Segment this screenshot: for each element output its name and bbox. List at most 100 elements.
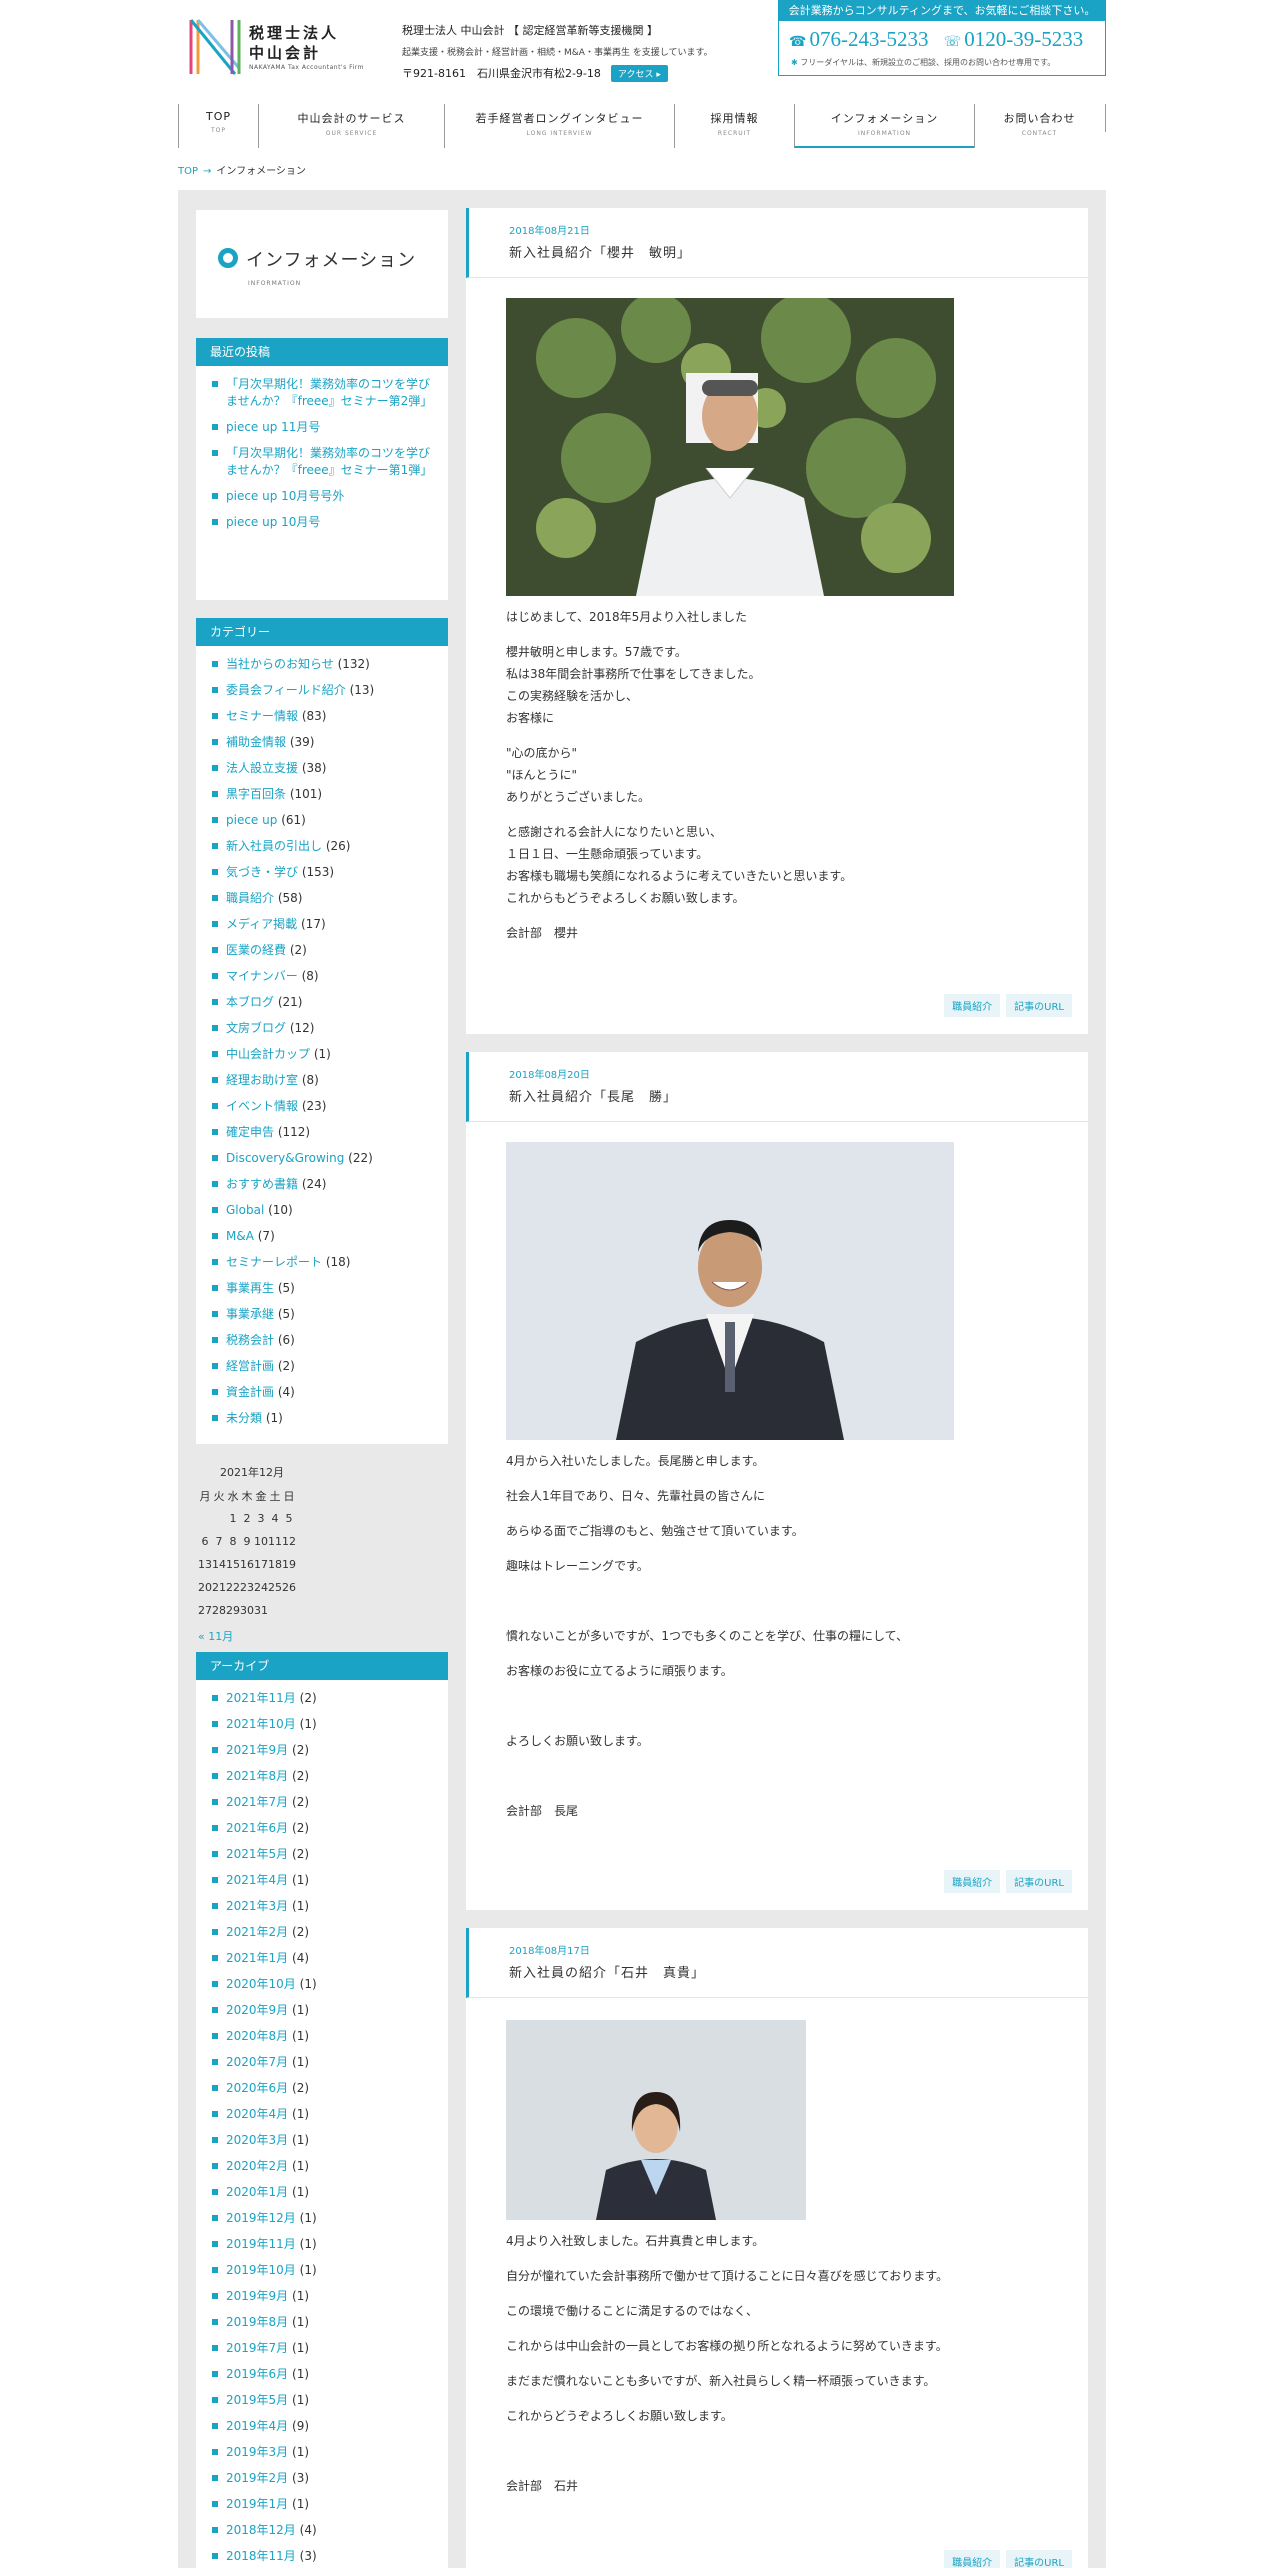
archive-link[interactable]: 2019年6月 — [226, 2367, 288, 2381]
archive-link[interactable]: 2020年8月 — [226, 2029, 288, 2043]
access-button[interactable]: アクセス ▸ — [610, 65, 668, 82]
archive-link[interactable]: 2020年7月 — [226, 2055, 288, 2069]
archive-link[interactable]: 2020年3月 — [226, 2133, 288, 2147]
archive-link[interactable]: 2020年2月 — [226, 2159, 288, 2173]
category-link[interactable]: 経理お助け室 — [226, 1073, 298, 1087]
archive-link[interactable]: 2019年9月 — [226, 2289, 288, 2303]
nav-top[interactable]: TOP TOP — [178, 104, 258, 148]
archive-link[interactable]: 2020年9月 — [226, 2003, 288, 2017]
recent-post-link[interactable]: piece up 10月号号外 — [226, 489, 344, 503]
breadcrumb-home[interactable]: TOP — [178, 166, 198, 177]
recent-post-link[interactable]: piece up 11月号 — [226, 420, 320, 434]
tag-category[interactable]: 職員紹介 — [944, 2550, 1001, 2568]
category-link[interactable]: 税務会計 — [226, 1333, 274, 1347]
post-title[interactable]: 新入社員紹介「長尾 勝」 — [509, 1086, 677, 1105]
archive-link[interactable]: 2019年10月 — [226, 2263, 296, 2277]
calendar-week-row: 27 28 29 30 31 — [198, 1599, 296, 1622]
archive-link[interactable]: 2021年1月 — [226, 1951, 288, 1965]
category-link[interactable]: メディア掲載 — [226, 917, 297, 931]
post-photo — [506, 1142, 954, 1440]
archive-link[interactable]: 2019年4月 — [226, 2419, 288, 2433]
archive-link[interactable]: 2019年8月 — [226, 2315, 288, 2329]
archive-link[interactable]: 2019年2月 — [226, 2471, 288, 2485]
archive-link[interactable]: 2021年8月 — [226, 1769, 288, 1783]
category-link[interactable]: 委員会フィールド紹介 — [226, 683, 346, 697]
category-count: (8) — [301, 1073, 319, 1087]
category-item: 当社からのお知らせ (132) — [212, 656, 434, 682]
tag-category[interactable]: 職員紹介 — [944, 1870, 1001, 1893]
category-link[interactable]: 黒字百回条 — [226, 787, 286, 801]
archive-link[interactable]: 2020年10月 — [226, 1977, 296, 1991]
category-link[interactable]: 新入社員の引出し — [226, 839, 322, 853]
tag-permalink[interactable]: 記事のURL — [1006, 2550, 1072, 2568]
category-link[interactable]: セミナー情報 — [226, 709, 298, 723]
archive-link[interactable]: 2021年2月 — [226, 1925, 288, 1939]
category-link[interactable]: イベント情報 — [226, 1099, 298, 1113]
recent-post-link[interactable]: 「月次早期化！業務効率のコツを学びませんか？『freee』セミナー第1弾」 — [226, 446, 432, 477]
category-item: 職員紹介 (58) — [212, 890, 434, 916]
category-link[interactable]: セミナーレポート — [226, 1255, 322, 1269]
category-link[interactable]: 気づき・学び — [226, 865, 298, 879]
category-link[interactable]: 未分類 — [226, 1411, 262, 1425]
post-title[interactable]: 新入社員紹介「櫻井 敏明」 — [509, 242, 691, 261]
archive-link[interactable]: 2021年11月 — [226, 1691, 296, 1705]
nav-information[interactable]: インフォメーション INFORMATION — [794, 104, 974, 148]
post-photo — [506, 2020, 806, 2220]
tag-permalink[interactable]: 記事のURL — [1006, 1870, 1072, 1893]
category-link[interactable]: Discovery&Growing — [226, 1151, 344, 1165]
recent-post-link[interactable]: piece up 10月号 — [226, 515, 320, 529]
nav-interview[interactable]: 若手経営者ロングインタビュー LONG INTERVIEW — [444, 104, 674, 148]
archive-link[interactable]: 2018年11月 — [226, 2549, 296, 2563]
post-title[interactable]: 新入社員の紹介「石井 真貴」 — [509, 1962, 705, 1981]
category-link[interactable]: 事業承継 — [226, 1307, 274, 1321]
post-header: 2018年08月21日 新入社員紹介「櫻井 敏明」 — [466, 208, 1088, 278]
archive-link[interactable]: 2019年11月 — [226, 2237, 296, 2251]
calendar-prev-link[interactable]: « 11月 — [198, 1628, 233, 1644]
nav-service[interactable]: 中山会計のサービス OUR SERVICE — [258, 104, 444, 148]
archive-link[interactable]: 2021年9月 — [226, 1743, 288, 1757]
category-link[interactable]: piece up — [226, 813, 277, 827]
category-link[interactable]: 補助金情報 — [226, 735, 286, 749]
category-link[interactable]: Global — [226, 1203, 264, 1217]
tag-category[interactable]: 職員紹介 — [944, 994, 1001, 1017]
category-link[interactable]: 医業の経費 — [226, 943, 286, 957]
archive-link[interactable]: 2021年3月 — [226, 1899, 288, 1913]
recent-post-link[interactable]: 「月次早期化！業務効率のコツを学びませんか？『freee』セミナー第2弾」 — [226, 377, 432, 408]
archive-link[interactable]: 2021年10月 — [226, 1717, 296, 1731]
archive-link[interactable]: 2018年12月 — [226, 2523, 296, 2537]
tel-number[interactable]: 076-243-5233 — [809, 27, 928, 51]
archive-link[interactable]: 2021年7月 — [226, 1795, 288, 1809]
archive-link[interactable]: 2019年12月 — [226, 2211, 296, 2225]
category-link[interactable]: 職員紹介 — [226, 891, 274, 905]
archive-link[interactable]: 2019年7月 — [226, 2341, 288, 2355]
site-logo[interactable]: 税理士法人 中山会計 NAKAYAMA Tax Accountant's Fir… — [185, 16, 375, 80]
category-link[interactable]: 経営計画 — [226, 1359, 274, 1373]
category-link[interactable]: マイナンバー — [226, 969, 298, 983]
archive-link[interactable]: 2020年4月 — [226, 2107, 288, 2121]
category-link[interactable]: 中山会計カップ — [226, 1047, 310, 1061]
category-count: (7) — [257, 1229, 275, 1243]
freedial-number[interactable]: 0120-39-5233 — [964, 27, 1083, 51]
archive-link[interactable]: 2019年3月 — [226, 2445, 288, 2459]
category-link[interactable]: M&A — [226, 1229, 254, 1243]
category-link[interactable]: 当社からのお知らせ — [226, 657, 334, 671]
category-link[interactable]: おすすめ書籍 — [226, 1177, 298, 1191]
category-link[interactable]: 本ブログ — [226, 995, 274, 1009]
nav-recruit[interactable]: 採用情報 RECRUIT — [674, 104, 794, 148]
archive-link[interactable]: 2020年6月 — [226, 2081, 288, 2095]
sidebar-title: インフォメーション INFORMATION — [196, 210, 448, 318]
category-link[interactable]: 文房ブログ — [226, 1021, 286, 1035]
category-link[interactable]: 事業再生 — [226, 1281, 274, 1295]
nav-contact[interactable]: お問い合わせ CONTACT — [974, 104, 1104, 148]
category-link[interactable]: 資金計画 — [226, 1385, 274, 1399]
category-link[interactable]: 法人設立支援 — [226, 761, 298, 775]
category-link[interactable]: 確定申告 — [226, 1125, 274, 1139]
archive-link[interactable]: 2021年4月 — [226, 1873, 288, 1887]
archive-link[interactable]: 2020年1月 — [226, 2185, 288, 2199]
archive-link[interactable]: 2021年6月 — [226, 1821, 288, 1835]
archive-link[interactable]: 2019年5月 — [226, 2393, 288, 2407]
archive-link[interactable]: 2019年1月 — [226, 2497, 288, 2511]
archive-link[interactable]: 2021年5月 — [226, 1847, 288, 1861]
archive-item: 2019年4月 (9) — [212, 2418, 434, 2444]
tag-permalink[interactable]: 記事のURL — [1006, 994, 1072, 1017]
